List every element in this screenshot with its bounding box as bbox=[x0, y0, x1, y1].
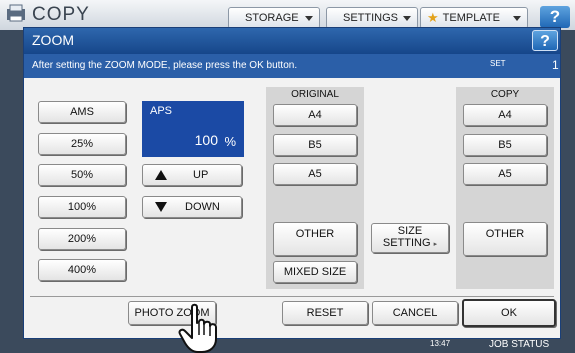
set-count: 1 bbox=[552, 58, 559, 72]
size-setting-button[interactable]: SIZE SETTING ▸ bbox=[371, 223, 449, 253]
dropdown-arrow-icon bbox=[513, 15, 521, 21]
aps-zoom-display[interactable]: APS 100 % bbox=[142, 101, 244, 157]
instruction-message: After setting the ZOOM MODE, please pres… bbox=[32, 60, 298, 71]
template-label: TEMPLATE bbox=[442, 12, 500, 24]
hand-pointer-icon bbox=[178, 303, 217, 353]
zoom-25-button[interactable]: 25% bbox=[38, 133, 126, 155]
dropdown-arrow-icon bbox=[403, 15, 411, 21]
size-setting-line2: SETTING ▸ bbox=[383, 237, 437, 251]
app-title: COPY bbox=[32, 4, 90, 25]
zoom-50-button[interactable]: 50% bbox=[38, 164, 126, 186]
zoom-ams-button[interactable]: AMS bbox=[38, 101, 126, 123]
up-label: UP bbox=[193, 169, 209, 181]
dialog-title-bar: ZOOM ? bbox=[24, 28, 560, 54]
set-label: SET bbox=[490, 59, 506, 68]
clock: 13:47 bbox=[430, 339, 451, 348]
storage-label: STORAGE bbox=[245, 12, 299, 24]
settings-button[interactable]: SETTINGS bbox=[326, 7, 418, 29]
down-arrow-icon bbox=[155, 202, 167, 212]
message-bar: After setting the ZOOM MODE, please pres… bbox=[24, 54, 560, 78]
dropdown-arrow-icon bbox=[305, 15, 313, 21]
copy-title: COPY bbox=[490, 89, 520, 100]
size-setting-line2-text: SETTING bbox=[382, 237, 431, 249]
down-label: DOWN bbox=[185, 201, 220, 213]
job-status-button[interactable]: JOB STATUS bbox=[489, 339, 549, 350]
original-a5-button[interactable]: A5 bbox=[273, 163, 357, 185]
original-title: ORIGINAL bbox=[291, 89, 339, 100]
original-other-button[interactable]: OTHER bbox=[273, 222, 357, 256]
top-app-bar: COPY STORAGE SETTINGS ★ TEMPLATE ? bbox=[0, 0, 575, 30]
star-icon: ★ bbox=[427, 10, 439, 25]
help-button-top[interactable]: ? bbox=[540, 6, 570, 28]
cancel-button[interactable]: CANCEL bbox=[372, 301, 458, 325]
original-a4-button[interactable]: A4 bbox=[273, 104, 357, 126]
divider bbox=[30, 296, 554, 297]
zoom-value: 100 bbox=[194, 132, 218, 148]
copy-a5-button[interactable]: A5 bbox=[463, 163, 547, 185]
zoom-400-button[interactable]: 400% bbox=[38, 259, 126, 281]
reset-button[interactable]: RESET bbox=[282, 301, 368, 325]
up-arrow-icon bbox=[155, 170, 167, 180]
copy-b5-button[interactable]: B5 bbox=[463, 134, 547, 156]
zoom-200-button[interactable]: 200% bbox=[38, 228, 126, 250]
zoom-100-button[interactable]: 100% bbox=[38, 196, 126, 218]
ok-button[interactable]: OK bbox=[462, 299, 556, 327]
size-setting-line1: SIZE bbox=[397, 225, 423, 237]
small-arrow-icon: ▸ bbox=[433, 241, 438, 248]
help-button[interactable]: ? bbox=[532, 30, 558, 51]
zoom-up-button[interactable]: UP bbox=[142, 164, 242, 186]
aps-label: APS bbox=[150, 105, 173, 117]
copy-a4-button[interactable]: A4 bbox=[463, 104, 547, 126]
zoom-down-button[interactable]: DOWN bbox=[142, 196, 242, 218]
mixed-size-button[interactable]: MIXED SIZE bbox=[273, 261, 357, 283]
storage-button[interactable]: STORAGE bbox=[228, 7, 320, 29]
copier-icon bbox=[7, 4, 25, 22]
original-b5-button[interactable]: B5 bbox=[273, 134, 357, 156]
template-button[interactable]: ★ TEMPLATE bbox=[420, 7, 528, 29]
dialog-title: ZOOM bbox=[32, 32, 74, 48]
zoom-unit: % bbox=[224, 134, 236, 149]
copy-other-button[interactable]: OTHER bbox=[463, 222, 547, 256]
settings-label: SETTINGS bbox=[343, 12, 399, 24]
